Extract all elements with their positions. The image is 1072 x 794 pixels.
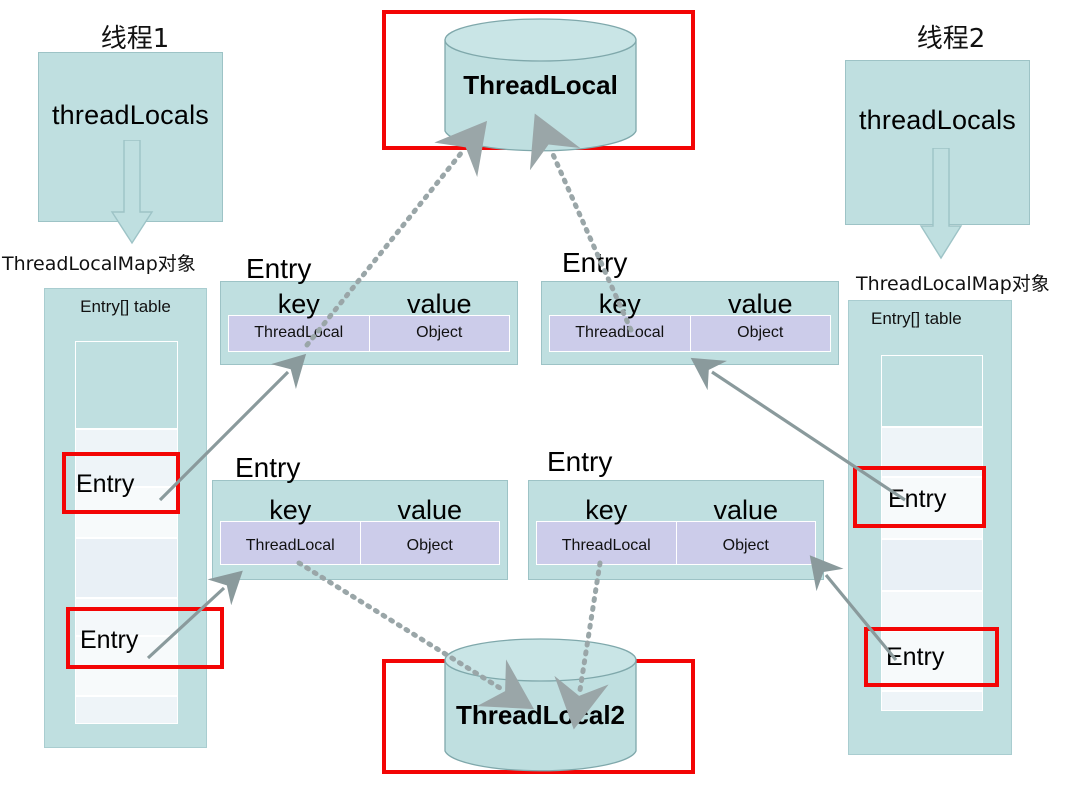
entry-kv-table: key ThreadLocal value Object [220,495,500,565]
entry-key-head: key [585,495,628,525]
entry-key-head: key [269,495,312,525]
entry-key-value: ThreadLocal [245,537,335,554]
thread1-title: 线程1 [100,24,170,54]
entry-value-value: Object [406,537,453,554]
thread1-entry-highlight-2 [66,607,224,669]
thread2-entry-highlight-1 [853,466,986,528]
table-slot[interactable] [881,539,983,591]
entry-value-cell[interactable]: value Object [689,289,831,351]
entry-key-cell[interactable]: key ThreadLocal [550,289,690,351]
entry-card-bottom-left: Entry key ThreadLocal value Object [212,454,508,580]
entry-key-head: key [277,289,320,319]
entry-key-cell[interactable]: key ThreadLocal [229,289,369,351]
entry-key-value: ThreadLocal [561,537,651,554]
entry-key-value: ThreadLocal [254,324,344,341]
entry-value-head: value [406,289,472,319]
entry-value-cell[interactable]: value Object [368,289,510,351]
thread2-down-arrow-icon [919,148,963,260]
entry-kv-table: key ThreadLocal value Object [549,289,831,352]
entry-value-head: value [397,495,463,525]
thread1-threadlocals-label: threadLocals [51,99,209,130]
thread1-entry-table: Entry[] table [44,288,207,748]
table-slot[interactable] [75,341,178,429]
entry-kv-table: key ThreadLocal value Object [228,289,510,352]
table-slot[interactable] [75,696,178,724]
entry-value-value: Object [737,324,784,341]
table-slot[interactable] [75,538,178,598]
entry-key-cell[interactable]: key ThreadLocal [537,495,676,564]
entry-card-top-left: Entry key ThreadLocal value Object [220,255,518,365]
table-slot[interactable] [881,691,983,711]
entry-card-top-right: Entry key ThreadLocal value Object [541,249,839,365]
thread2-table-label: Entry[] table [871,309,962,328]
entry-value-head: value [713,495,779,525]
thread1-table-label: Entry[] table [80,297,171,316]
entry-value-cell[interactable]: value Object [675,495,816,564]
entry-card-title: Entry [547,446,613,477]
table-slot[interactable] [881,355,983,427]
threadlocal2-cylinder-label: ThreadLocal2 [455,700,626,730]
entry-card-title: Entry [246,253,312,284]
threadlocal2-cylinder: ThreadLocal2 [443,638,638,773]
thread1-down-arrow-icon [110,140,154,245]
table-slot[interactable] [881,591,983,631]
thread2-title: 线程2 [916,24,986,54]
thread2-threadlocals-label: threadLocals [858,105,1016,135]
entry-key-cell[interactable]: key ThreadLocal [221,495,360,564]
entry-value-cell[interactable]: value Object [359,495,500,564]
thread1-map-caption: ThreadLocalMap对象 [2,253,196,275]
entry-key-value: ThreadLocal [575,324,665,341]
diagram-canvas: 线程1 threadLocals ThreadLocalMap对象 Entry[… [0,0,1072,794]
thread2-map-caption: ThreadLocalMap对象 [856,273,1050,295]
entry-card-title: Entry [235,452,301,483]
entry-value-value: Object [416,324,463,341]
threadlocal-cylinder: ThreadLocal [443,18,638,153]
thread2-entry-highlight-2 [864,627,999,687]
entry-value-value: Object [722,537,769,554]
entry-card-bottom-right: Entry key ThreadLocal value Object [528,448,824,580]
entry-key-head: key [598,289,641,319]
threadlocal-cylinder-label: ThreadLocal [463,70,618,100]
entry-kv-table: key ThreadLocal value Object [536,495,816,565]
entry-value-head: value [727,289,793,319]
thread1-entry-highlight-1 [62,452,180,514]
entry-card-title: Entry [562,247,628,278]
